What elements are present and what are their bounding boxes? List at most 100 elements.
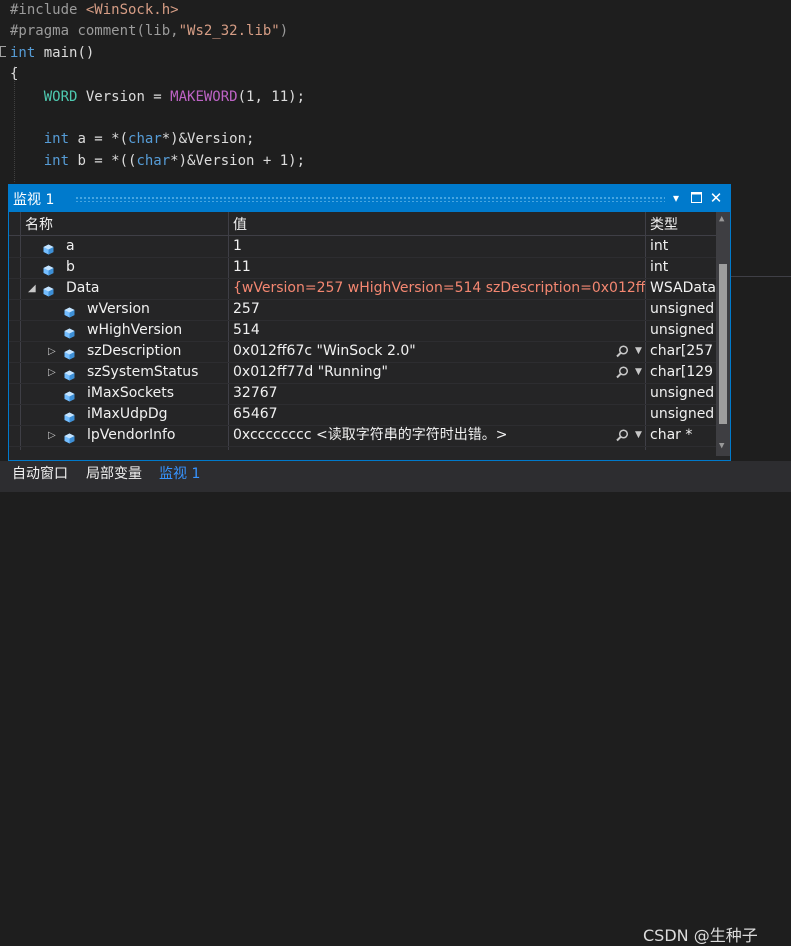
- tab-locals[interactable]: 局部变量: [80, 463, 148, 485]
- close-icon[interactable]: ✕: [707, 188, 725, 208]
- expand-triangle-icon[interactable]: ▷: [48, 341, 58, 362]
- watch-value[interactable]: 32767: [233, 383, 645, 404]
- scroll-down-icon[interactable]: ▼: [719, 441, 724, 451]
- code-line[interactable]: int a = *(char*)&Version;: [10, 129, 255, 150]
- code-token: a = *(: [69, 131, 129, 148]
- visualizer-dropdown-icon[interactable]: ▼: [635, 425, 642, 446]
- variable-cube-icon: [43, 283, 54, 297]
- expand-triangle-icon[interactable]: ▷: [48, 425, 58, 446]
- watch-name[interactable]: lpVendorInfo: [87, 425, 175, 446]
- watch-row[interactable]: ▷ lpVendorInfo 0xcccccccc <读取字符串的字符时出错。> ▼ c…: [9, 425, 716, 447]
- code-token: char: [128, 131, 162, 148]
- watch-type: unsigned: [650, 385, 715, 401]
- watch-row[interactable]: wHighVersion 514 unsigned: [9, 320, 716, 342]
- code-token: #include: [10, 2, 86, 18]
- watch-value[interactable]: 65467: [233, 404, 645, 425]
- watch-value[interactable]: 0x012ff67c "WinSock 2.0": [233, 341, 645, 362]
- watch-window[interactable]: 监视 1 ▾ ✕ 名称 值 类型 a 1 int b 11 int ◢ Data {wVersi…: [8, 184, 731, 461]
- variable-cube-icon: [64, 346, 75, 360]
- watch-type: int: [650, 259, 669, 275]
- code-token: int: [43, 152, 70, 169]
- watch-row[interactable]: b 11 int: [9, 257, 716, 279]
- code-line[interactable]: WORD Version = MAKEWORD(1, 11);: [10, 87, 305, 108]
- watch-value[interactable]: 0x012ff77d "Running": [233, 362, 645, 383]
- variable-cube-icon: [64, 430, 75, 444]
- column-header: 名称 值 类型: [9, 212, 716, 236]
- code-line[interactable]: {: [10, 64, 18, 85]
- code-line[interactable]: #include <WinSock.h>: [10, 0, 179, 21]
- code-editor[interactable]: #include <WinSock.h> #pragma comment(lib,…: [0, 0, 791, 183]
- watch-name[interactable]: b: [66, 257, 75, 278]
- code-token: #pragma: [10, 23, 78, 40]
- code-token: main(): [35, 44, 95, 61]
- watch-type: char[129: [650, 364, 714, 380]
- column-value-header[interactable]: 值: [233, 214, 247, 234]
- magnifier-icon[interactable]: [616, 425, 629, 449]
- code-token: int: [43, 131, 70, 148]
- watch-name[interactable]: a: [66, 236, 75, 257]
- debug-tab-strip: 自动窗口 局部变量 监视 1 CSDN @生种子: [0, 461, 791, 945]
- watch-title: 监视 1: [13, 192, 55, 208]
- watch-value[interactable]: 1: [233, 236, 645, 257]
- variable-cube-icon: [64, 388, 75, 402]
- watch-row[interactable]: ▷ szDescription 0x012ff67c "WinSock 2.0" ▼ c…: [9, 341, 716, 363]
- column-name-header[interactable]: 名称: [25, 214, 53, 234]
- maximize-icon[interactable]: [687, 188, 705, 208]
- watch-type: int: [650, 238, 669, 254]
- watch-type: unsigned: [650, 406, 715, 422]
- scroll-up-icon[interactable]: ▲: [719, 214, 724, 224]
- watch-name[interactable]: Data: [66, 278, 99, 299]
- variable-cube-icon: [64, 325, 75, 339]
- code-token: char: [136, 152, 171, 169]
- watch-row[interactable]: iMaxUdpDg 65467 unsigned: [9, 404, 716, 426]
- scroll-thumb[interactable]: [719, 264, 727, 424]
- collapse-icon[interactable]: [0, 46, 6, 57]
- collapse-triangle-icon[interactable]: ◢: [28, 278, 38, 299]
- watch-row[interactable]: iMaxSockets 32767 unsigned: [9, 383, 716, 405]
- watch-name[interactable]: iMaxUdpDg: [87, 404, 168, 425]
- watch-type: unsigned: [650, 322, 715, 338]
- code-token: b = *((: [69, 152, 137, 169]
- code-line[interactable]: int main(): [10, 43, 94, 64]
- watch-value[interactable]: 257: [233, 299, 645, 320]
- code-token: WORD: [43, 88, 78, 105]
- vertical-scrollbar[interactable]: ▲ ▼: [716, 212, 730, 456]
- watch-name[interactable]: szDescription: [87, 341, 181, 362]
- code-token: {: [10, 66, 19, 83]
- variable-cube-icon: [64, 304, 75, 318]
- watch-row[interactable]: wVersion 257 unsigned: [9, 299, 716, 321]
- watch-row[interactable]: ▷ szSystemStatus 0x012ff77d "Running" ▼ char…: [9, 362, 716, 384]
- watch-name[interactable]: wHighVersion: [87, 320, 182, 341]
- code-token: *)&Version;: [161, 131, 255, 148]
- watch-name[interactable]: szSystemStatus: [87, 362, 198, 383]
- code-line[interactable]: int b = *((char*)&Version + 1);: [10, 151, 305, 172]
- variable-cube-icon: [64, 409, 75, 423]
- watch-value[interactable]: {wVersion=257 wHighVersion=514 szDescrip…: [233, 278, 645, 299]
- watch-row[interactable]: a 1 int: [9, 236, 716, 258]
- watch-value[interactable]: 0xcccccccc <读取字符串的字符时出错。>: [233, 425, 645, 446]
- variable-cube-icon: [43, 262, 54, 276]
- tab-watch-1[interactable]: 监视 1: [153, 463, 206, 485]
- visualizer-dropdown-icon[interactable]: ▼: [635, 341, 642, 362]
- code-token: comment(lib,: [77, 23, 179, 40]
- column-type-header[interactable]: 类型: [650, 214, 678, 234]
- watch-row[interactable]: ◢ Data {wVersion=257 wHighVersion=514 szDe…: [9, 278, 716, 300]
- watch-name[interactable]: wVersion: [87, 299, 150, 320]
- visualizer-dropdown-icon[interactable]: ▼: [635, 362, 642, 383]
- code-token: *)&Version + 1);: [170, 152, 306, 169]
- code-token: MAKEWORD: [170, 88, 238, 105]
- dropdown-triangle-icon[interactable]: ▾: [667, 188, 685, 208]
- code-token: ): [279, 23, 289, 40]
- watch-title-bar[interactable]: 监视 1 ▾ ✕: [9, 185, 730, 212]
- code-line[interactable]: #pragma comment(lib,"Ws2_32.lib"): [10, 21, 288, 42]
- tab-autos[interactable]: 自动窗口: [6, 463, 74, 485]
- watch-name[interactable]: iMaxSockets: [87, 383, 174, 404]
- watch-value[interactable]: 11: [233, 257, 645, 278]
- title-grip: [75, 196, 665, 202]
- expand-triangle-icon[interactable]: ▷: [48, 362, 58, 383]
- watch-type: unsigned: [650, 301, 715, 317]
- watch-value[interactable]: 514: [233, 320, 645, 341]
